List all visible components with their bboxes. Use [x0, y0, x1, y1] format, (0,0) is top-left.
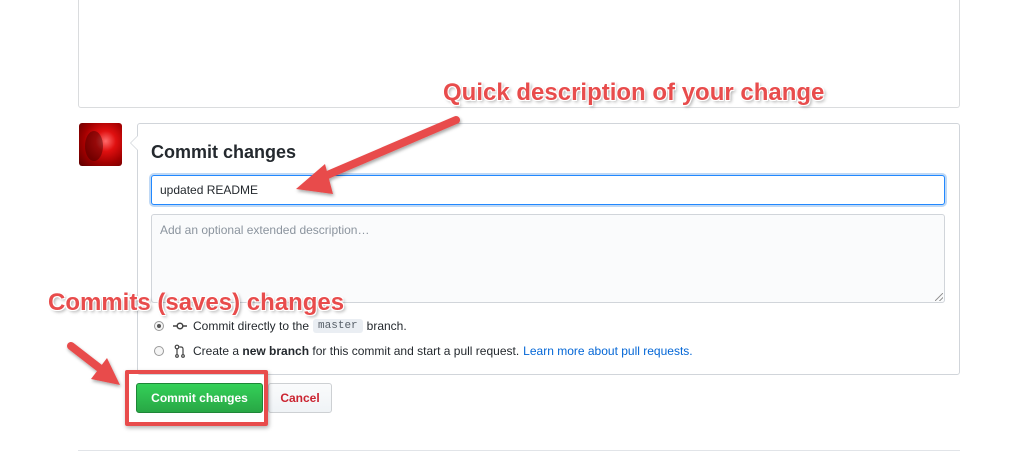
divider [78, 450, 960, 451]
option-new-branch[interactable]: Create a new branch for this commit and … [154, 343, 693, 359]
git-pull-request-icon [173, 344, 187, 358]
option-new-branch-prefix: Create a [193, 344, 240, 358]
option-commit-direct-prefix: Commit directly to the [193, 319, 310, 333]
textarea-resize-handle[interactable] [935, 293, 943, 301]
cancel-button[interactable]: Cancel [268, 383, 332, 413]
commit-form-title: Commit changes [151, 142, 297, 162]
option-commit-direct[interactable]: Commit directly to the master branch. [154, 318, 407, 334]
pull-request-help-link[interactable]: Learn more about pull requests. [523, 344, 692, 358]
option-commit-direct-suffix: branch. [366, 319, 407, 333]
commit-summary-input[interactable] [151, 175, 945, 205]
option-new-branch-suffix: for this commit and start a pull request… [312, 344, 520, 358]
radio-commit-direct[interactable] [154, 321, 164, 331]
git-commit-icon [173, 319, 187, 333]
radio-new-branch[interactable] [154, 346, 164, 356]
summary-callout-label: Quick description of your change [443, 79, 825, 106]
option-new-branch-bold: new branch [242, 344, 310, 358]
commit-callout-label: Commits (saves) changes [48, 289, 345, 316]
branch-name: master [313, 319, 363, 333]
commit-arrow [67, 342, 120, 385]
commit-button-highlight-box [125, 370, 268, 426]
user-avatar[interactable] [79, 123, 122, 166]
